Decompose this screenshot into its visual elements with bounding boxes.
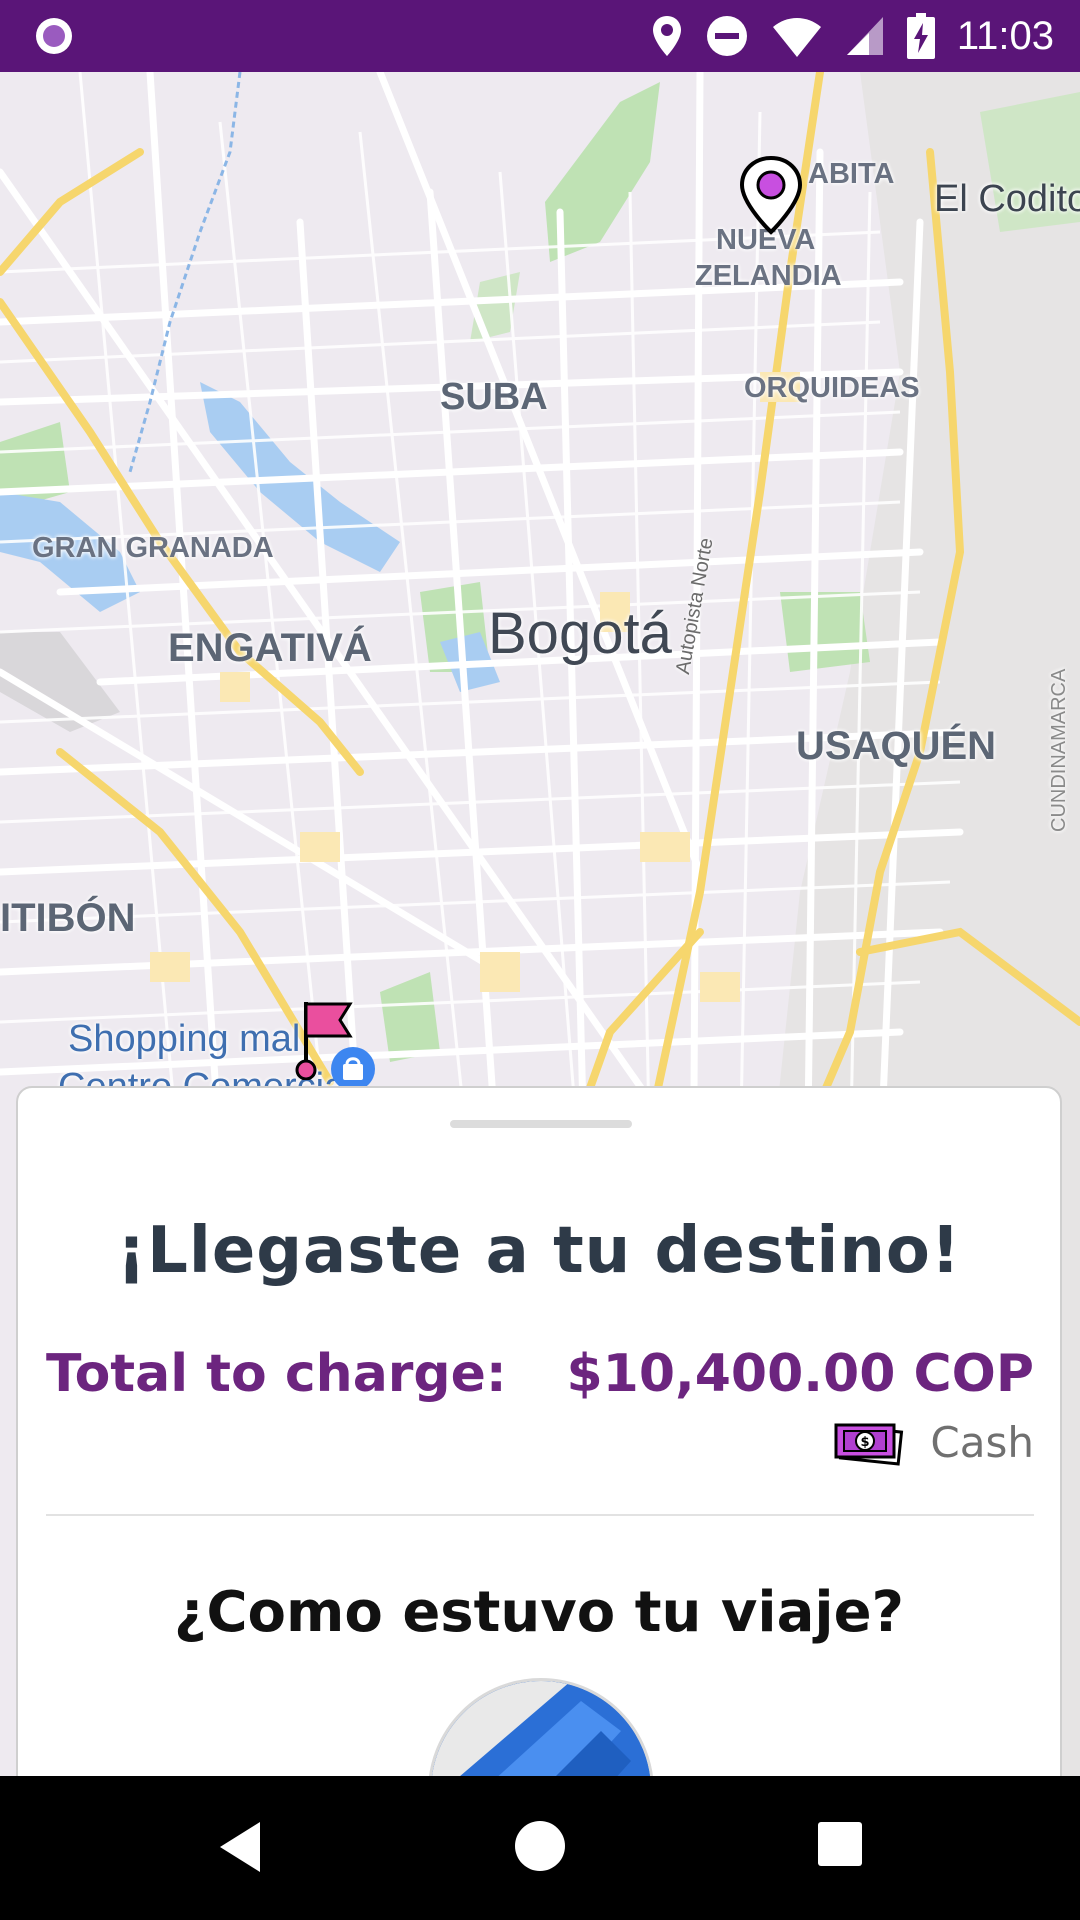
do-not-disturb-icon [706,16,747,56]
back-icon[interactable] [216,1820,264,1874]
recents-icon[interactable] [816,1820,864,1868]
svg-text:$: $ [861,1435,870,1450]
payment-method: $ Cash [832,1418,1034,1467]
map-label-orquideas: ORQUIDEAS [744,372,920,404]
divider [46,1514,1034,1516]
map-label-cundinamarca: CUNDINAMARCA [1048,668,1070,832]
home-icon[interactable] [514,1820,566,1872]
map-label-engativa: ENGATIVÁ [168,626,372,670]
map-label-suba: SUBA [440,376,548,418]
arrival-title: ¡Llegaste a tu destino! [116,1214,962,1288]
map-label-zelandia: ZELANDIA [695,260,842,292]
app-circle-icon [36,18,72,54]
status-bar: 11:03 [0,0,1080,72]
origin-pin-icon[interactable] [738,154,804,236]
battery-charging-icon [906,13,935,59]
map-label-el-codito: El Codito [934,178,1080,220]
location-icon [652,16,681,56]
clock-time: 11:03 [956,13,1054,58]
rating-question: ¿Como estuvo tu viaje? [173,1580,905,1645]
map-label-fontibon: ITIBÓN [0,896,136,940]
signal-icon [846,17,883,55]
sheet-drag-handle[interactable] [450,1120,632,1128]
map-label-usaquen: USAQUÉN [796,724,997,768]
payment-method-label: Cash [930,1418,1034,1467]
cash-icon: $ [834,1423,904,1466]
wifi-icon [772,18,821,57]
total-value: $10,400.00 COP [566,1344,1034,1404]
map-label-bogota: Bogotá [488,601,672,666]
map-label-shopping: Shopping mal [68,1018,301,1060]
map-label-rabita: ABITA [808,158,895,190]
map-label-gran-granada: GRAN GRANADA [32,532,274,564]
total-label: Total to charge: [46,1344,507,1404]
trip-summary-sheet: ¡Llegaste a tu destino! Total to charge:… [16,1086,1062,1904]
navigation-bar [0,1776,1080,1920]
